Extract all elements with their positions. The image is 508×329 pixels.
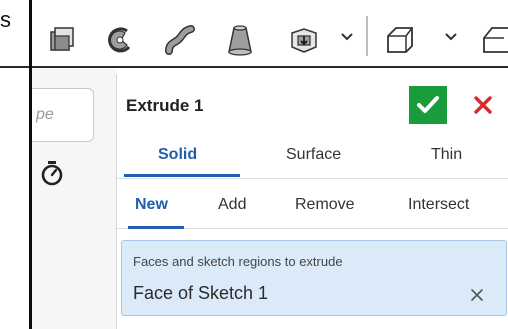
search-placeholder: pe — [36, 106, 54, 123]
confirm-button[interactable] — [409, 86, 447, 124]
selection-field[interactable] — [121, 240, 507, 316]
chevron-down-icon[interactable] — [444, 26, 458, 46]
tab-surface[interactable]: Surface — [286, 146, 341, 164]
clear-selection-icon[interactable] — [468, 286, 486, 304]
toolbar-separator — [366, 16, 368, 56]
stopwatch-icon[interactable] — [40, 160, 64, 186]
active-tab-indicator — [124, 174, 240, 177]
toolbar-revolve-icon[interactable] — [102, 22, 138, 58]
tab-solid[interactable]: Solid — [158, 146, 197, 164]
selection-value: Face of Sketch 1 — [133, 283, 269, 303]
tab-remove[interactable]: Remove — [295, 196, 355, 214]
active-operation-indicator — [128, 226, 184, 229]
toolbar-chamfer-icon[interactable] — [476, 22, 508, 58]
tab-add[interactable]: Add — [218, 196, 246, 214]
toolbar-thicken-icon[interactable] — [286, 22, 322, 58]
dialog-title: Extrude 1 — [126, 96, 204, 115]
toolbar-fillet-icon[interactable] — [382, 22, 418, 58]
toolbar-box-icon[interactable] — [44, 22, 80, 58]
tab-intersect[interactable]: Intersect — [408, 196, 469, 214]
cancel-button[interactable] — [468, 90, 498, 120]
toolbar-loft-icon[interactable] — [222, 22, 258, 58]
check-icon — [417, 96, 439, 113]
tab-new[interactable]: New — [135, 196, 168, 214]
close-icon — [474, 96, 492, 114]
app-window: s pe Extrude 1 Solid Surface Thin New Ad… — [0, 0, 508, 329]
tab-thin[interactable]: Thin — [431, 146, 462, 164]
toolbar-sweep-icon[interactable] — [162, 22, 198, 58]
toolbar-edge-label: s — [0, 7, 11, 32]
selection-hint: Faces and sketch regions to extrude — [133, 254, 343, 269]
chevron-down-icon[interactable] — [340, 26, 354, 46]
